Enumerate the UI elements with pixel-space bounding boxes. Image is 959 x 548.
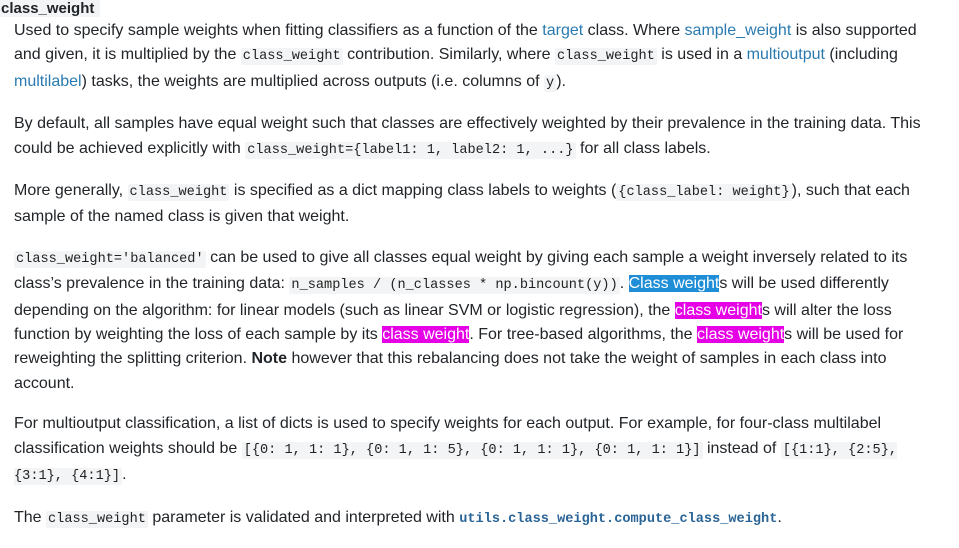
inline-code: n_samples / (n_classes * np.bincount(y)) bbox=[289, 277, 620, 295]
inline-code: class_weight bbox=[127, 184, 230, 202]
paragraph-6: The class_weight parameter is validated … bbox=[14, 508, 782, 528]
api-link-code[interactable]: utils.class_weight.compute_class_weight bbox=[459, 512, 777, 527]
inline-code: {class_label: weight} bbox=[616, 184, 792, 202]
inline-code: class_weight bbox=[46, 510, 148, 528]
inline-code: class_weight={label1: 1, label2: 1, ...} bbox=[245, 141, 576, 159]
paragraph-4: class_weight='balanced' can be used to g… bbox=[14, 248, 908, 392]
note-label: Note bbox=[251, 350, 288, 368]
link-multilabel[interactable]: multilabel bbox=[14, 73, 82, 90]
inline-code: class_weight bbox=[554, 48, 657, 66]
link-sample-weight[interactable]: sample_weight bbox=[685, 22, 792, 39]
search-highlight-match: class weight bbox=[674, 301, 762, 319]
link-compute-class-weight[interactable]: utils.class_weight.compute_class_weight bbox=[459, 509, 777, 527]
inline-code: class_weight bbox=[240, 48, 343, 66]
search-highlight-current: Class weight bbox=[628, 275, 720, 293]
inline-code: [{0: 1, 1: 1}, {0: 1, 1: 5}, {0: 1, 1: 1… bbox=[241, 441, 703, 459]
link-target[interactable]: target bbox=[542, 22, 583, 39]
paragraph-5: For multioutput classification, a list o… bbox=[14, 415, 898, 486]
link-multioutput[interactable]: multioutput bbox=[747, 46, 825, 63]
glossary-term-title: class_weight bbox=[0, 0, 101, 17]
inline-code: class_weight='balanced' bbox=[14, 250, 206, 268]
paragraph-2: By default, all samples have equal weigh… bbox=[14, 115, 921, 159]
paragraph-1: Used to specify sample weights when fitt… bbox=[14, 22, 917, 92]
search-highlight-match: class weight bbox=[382, 326, 470, 344]
glossary-definition: Used to specify sample weights when fitt… bbox=[14, 19, 939, 548]
search-highlight-match: class weight bbox=[697, 326, 785, 344]
inline-code: y bbox=[544, 74, 557, 92]
paragraph-3: More generally, class_weight is specifie… bbox=[14, 182, 910, 226]
